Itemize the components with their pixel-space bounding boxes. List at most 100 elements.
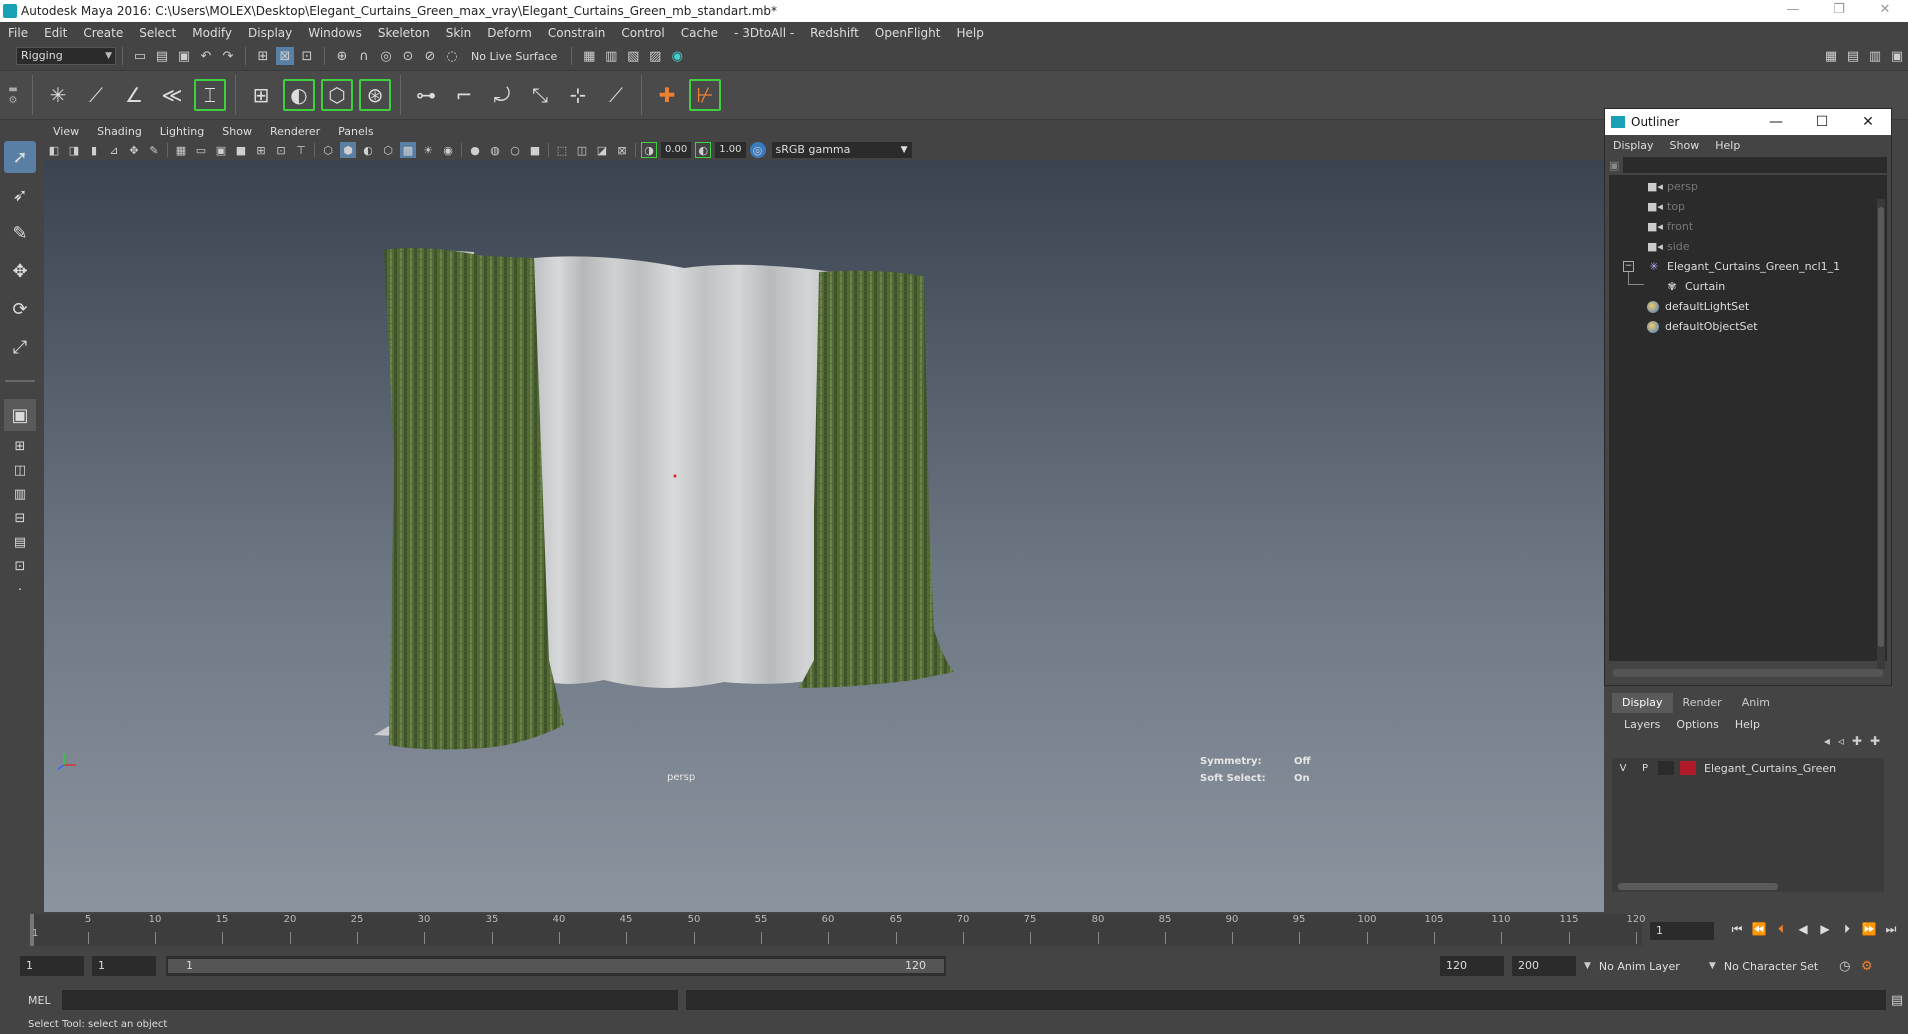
layer-visibility-toggle[interactable]: V	[1612, 763, 1634, 774]
menu-select[interactable]: Select	[131, 22, 184, 44]
outliner-minimize-button[interactable]: —	[1753, 114, 1799, 130]
play-forwards-icon[interactable]: ▶	[1814, 922, 1836, 937]
tab-render[interactable]: Render	[1673, 693, 1732, 713]
menu-edit[interactable]: Edit	[36, 22, 75, 44]
snap-view-icon[interactable]: ⊙	[399, 47, 417, 65]
ik-handle-icon[interactable]: ∠	[118, 79, 150, 111]
four-pane-layout-icon[interactable]: ⊞	[4, 435, 36, 457]
single-pane-layout-icon[interactable]: ▣	[4, 399, 36, 431]
textured-icon[interactable]: ▩	[400, 142, 416, 158]
open-scene-icon[interactable]: ▤	[153, 47, 171, 65]
exposure-icon[interactable]: ◑	[641, 142, 657, 158]
paint-weights-icon[interactable]: ⬡	[321, 79, 353, 111]
live-surface-icon[interactable]: ◌	[443, 47, 461, 65]
move-layer-up-icon[interactable]: ◂	[1824, 734, 1830, 754]
screen-space-ao-icon[interactable]: ●	[467, 142, 483, 158]
menu-create[interactable]: Create	[75, 22, 131, 44]
scrollbar-thumb[interactable]	[1878, 207, 1884, 647]
range-bar-handle[interactable]	[168, 959, 944, 973]
step-forward-key-icon[interactable]: ⏵	[1836, 922, 1858, 937]
auto-key-icon[interactable]: ◷	[1836, 957, 1854, 975]
xray-joints-icon[interactable]: ◪	[594, 142, 610, 158]
outliner-search-input[interactable]	[1623, 157, 1887, 173]
xray-icon[interactable]: ◫	[574, 142, 590, 158]
chevron-down-icon[interactable]: ▼	[1584, 961, 1591, 971]
step-back-icon[interactable]: ⏪	[1748, 922, 1770, 937]
bookmark-icon[interactable]: ▮	[86, 142, 102, 158]
time-ruler[interactable]: 1 5 10 15 20 25 30 35 40 45 50 55 60 65 70 75 80 85 90 95 1…	[30, 914, 1646, 946]
layer-color-swatch[interactable]	[1680, 761, 1696, 775]
aim-constraint-icon[interactable]: ⌐	[448, 79, 480, 111]
snap-point-icon[interactable]: ◎	[377, 47, 395, 65]
hypershade-persp-layout-icon[interactable]: ▤	[4, 531, 36, 553]
outliner-vertical-scrollbar[interactable]	[1877, 199, 1885, 669]
render-frame-icon[interactable]: ▥	[602, 47, 620, 65]
menu-skeleton[interactable]: Skeleton	[370, 22, 438, 44]
colorspace-dropdown[interactable]: sRGB gamma ▼	[771, 142, 912, 158]
outliner-item[interactable]: ■◂ persp	[1647, 177, 1698, 197]
insert-joint-icon[interactable]: ⟋	[80, 79, 112, 111]
wireframe-on-shaded-icon[interactable]: ⬡	[380, 142, 396, 158]
menu-deform[interactable]: Deform	[479, 22, 540, 44]
snap-grid-icon[interactable]: ⊕	[333, 47, 351, 65]
render-settings-icon[interactable]: ▨	[646, 47, 664, 65]
smooth-bind-icon[interactable]: ⊞	[245, 79, 277, 111]
panel-menu-lighting[interactable]: Lighting	[151, 125, 213, 138]
layer-horizontal-scrollbar[interactable]	[1618, 883, 1778, 890]
outliner-menu-display[interactable]: Display	[1605, 139, 1662, 152]
exposure-field[interactable]: 0.00	[661, 142, 692, 158]
current-frame-field[interactable]: 1	[1650, 922, 1714, 940]
restore-button[interactable]: ❐	[1816, 0, 1862, 22]
safe-title-icon[interactable]: ⊤	[293, 142, 309, 158]
cluster-icon[interactable]: ⊬	[689, 79, 721, 111]
tab-anim[interactable]: Anim	[1732, 693, 1780, 713]
outliner-close-button[interactable]: ✕	[1845, 114, 1891, 130]
panel-menu-view[interactable]: View	[44, 125, 88, 138]
menu-redshift[interactable]: Redshift	[802, 22, 867, 44]
scale-constraint-icon[interactable]: ⤡	[524, 79, 556, 111]
uv-persp-layout-icon[interactable]: ⊡	[4, 555, 36, 577]
select-object-icon[interactable]: ⊠	[276, 47, 294, 65]
xray-components-icon[interactable]: ⊠	[614, 142, 630, 158]
paint-select-tool-icon[interactable]: ✎	[4, 217, 36, 249]
time-slider[interactable]: 1 5 10 15 20 25 30 35 40 45 50 55 60 65 70 75 80 85 90 95 1…	[0, 912, 1908, 948]
tool-settings-icon[interactable]: ▥	[1866, 47, 1884, 65]
outliner-item[interactable]: ✾ Curtain	[1665, 277, 1725, 297]
outliner-menu-help[interactable]: Help	[1707, 139, 1748, 152]
resolution-gate-icon[interactable]: ▣	[213, 142, 229, 158]
smooth-shade-icon[interactable]: ⬢	[340, 142, 356, 158]
interactive-bind-icon[interactable]: ◐	[283, 79, 315, 111]
image-plane-icon[interactable]: ⊿	[106, 142, 122, 158]
collapse-toggle-icon[interactable]: −	[1623, 261, 1634, 272]
minimize-button[interactable]: —	[1770, 0, 1816, 22]
animation-preferences-icon[interactable]: ⚙	[1858, 957, 1876, 975]
new-empty-layer-icon[interactable]: ✚	[1852, 734, 1862, 754]
script-editor-icon[interactable]: ▤	[1888, 991, 1906, 1009]
playback-end-field[interactable]: 120	[1440, 956, 1504, 976]
menu-openflight[interactable]: OpenFlight	[867, 22, 949, 44]
command-input[interactable]	[61, 990, 678, 1010]
outliner-item[interactable]: defaultLightSet	[1647, 297, 1749, 317]
undo-icon[interactable]: ↶	[197, 47, 215, 65]
outliner-persp-layout-icon[interactable]: ▥	[4, 483, 36, 505]
grid-icon[interactable]: ▦	[173, 142, 189, 158]
modeling-toolkit-icon[interactable]: ▦	[1822, 47, 1840, 65]
perspective-viewport[interactable]: persp Symmetry: Off Soft Select: On M	[44, 160, 1604, 912]
ik-spline-icon[interactable]: ≪	[156, 79, 188, 111]
outliner-horizontal-scrollbar[interactable]	[1613, 669, 1883, 677]
layer-playback-toggle[interactable]: P	[1634, 763, 1656, 774]
menu-help[interactable]: Help	[948, 22, 991, 44]
snap-curve-icon[interactable]: ∩	[355, 47, 373, 65]
menu-constrain[interactable]: Constrain	[540, 22, 614, 44]
use-all-lights-icon[interactable]: ☀	[420, 142, 436, 158]
go-to-end-icon[interactable]: ⏭	[1880, 922, 1902, 937]
outliner-item[interactable]: ✳ Elegant_Curtains_Green_ncl1_1	[1647, 257, 1840, 277]
safe-action-icon[interactable]: ⊡	[273, 142, 289, 158]
multisample-aa-icon[interactable]: ○	[507, 142, 523, 158]
play-backwards-icon[interactable]: ◀	[1792, 922, 1814, 937]
select-camera-icon[interactable]: ◧	[46, 142, 62, 158]
command-language-label[interactable]: MEL	[0, 994, 62, 1007]
joint-tool-icon[interactable]: ✳	[42, 79, 74, 111]
menu-file[interactable]: File	[0, 22, 36, 44]
select-component-icon[interactable]: ⊡	[298, 47, 316, 65]
